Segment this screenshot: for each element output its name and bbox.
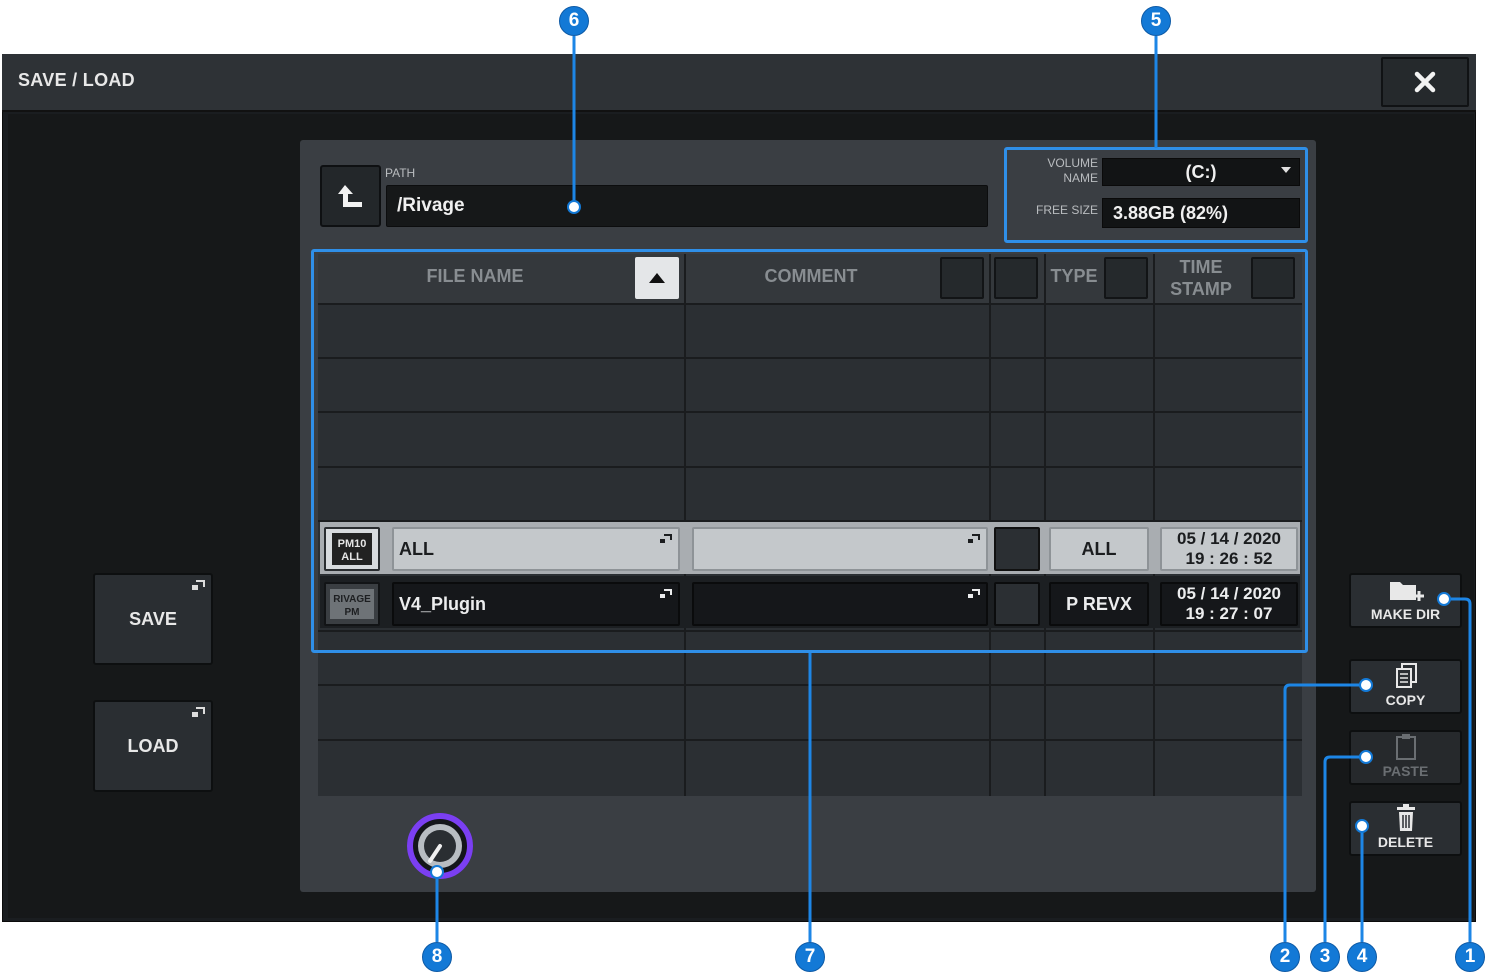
callout-badge: 2 [1270,942,1300,972]
popup-indicator-icon [192,707,205,717]
protect-toggle[interactable] [994,527,1040,571]
sort-comment-button[interactable] [940,257,984,299]
file-name: ALL [399,538,434,559]
copy-icon [1395,663,1417,688]
column-header-type[interactable]: TYPE [1047,266,1101,287]
time-stamp-cell: 05 / 14 / 2020 19 : 26 : 52 [1160,527,1298,571]
edit-indicator-icon [660,589,672,598]
callout-badge: 4 [1347,942,1377,972]
volume-name-value: (C:) [1185,161,1217,182]
knob-icon [407,813,473,879]
close-icon [1414,71,1436,93]
sort-file-name-button[interactable] [635,257,679,299]
row-divider [318,411,1302,413]
free-size-value: 3.88GB (82%) [1102,198,1300,228]
row-divider [318,684,1302,686]
edit-indicator-icon [968,534,980,543]
save-button-label: SAVE [129,608,177,629]
type-cell: ALL [1049,527,1149,571]
parent-directory-button[interactable] [320,165,381,227]
date-text: 05 / 14 / 2020 [1177,584,1281,603]
row-divider [318,739,1302,741]
protect-toggle[interactable] [994,582,1040,626]
make-dir-button[interactable]: MAKE DIR [1349,573,1462,628]
column-header-time-stamp[interactable]: TIME STAMP [1156,256,1246,300]
row-divider [318,466,1302,468]
time-stamp-header-line2: STAMP [1170,279,1232,299]
make-dir-label: MAKE DIR [1370,606,1441,622]
time-stamp-header-line1: TIME [1179,257,1223,277]
sort-type-button[interactable] [1104,257,1148,299]
save-button[interactable]: SAVE [93,573,213,665]
sort-ascending-icon [649,273,665,283]
icon-text: PM10 [338,538,367,550]
sort-time-stamp-button[interactable] [1251,257,1295,299]
row-divider [318,303,1302,305]
free-size-label: FREE SIZE [1035,203,1098,217]
load-button[interactable]: LOAD [93,700,213,792]
pm10-file-icon: PM10 ALL [324,527,380,571]
clipboard-icon [1395,734,1416,760]
icon-text: ALL [341,551,363,563]
column-header-file-name[interactable]: FILE NAME [320,266,630,287]
volume-name-select[interactable]: (C:) [1102,158,1300,186]
callout-badge: 8 [422,942,452,972]
callout-badge: 3 [1310,942,1340,972]
comment-cell[interactable] [692,527,988,571]
edit-indicator-icon [660,534,672,543]
file-name-cell[interactable]: ALL [392,527,680,571]
scroll-knob[interactable] [404,810,476,882]
callout-badge: 7 [795,942,825,972]
rivage-file-icon: RIVAGE PM [324,582,380,626]
sort-icon-column-button[interactable] [994,257,1038,299]
rivage-pm-icon: RIVAGE PM [330,589,374,619]
type-cell: P REVX [1049,582,1149,626]
window-title: SAVE / LOAD [18,70,135,90]
popup-indicator-icon [192,580,205,590]
icon-text: PM [345,607,360,618]
callout-badge: 6 [559,6,589,36]
callout-badge: 1 [1455,942,1485,972]
file-name: V4_Plugin [399,593,487,614]
date-text: 05 / 14 / 2020 [1177,529,1281,548]
delete-label: DELETE [1377,834,1434,850]
pm10-all-icon: PM10 ALL [332,533,372,565]
time-text: 19 : 27 : 07 [1185,604,1273,623]
volume-name-label: VOLUME NAME [1047,156,1098,185]
dropdown-caret-icon [1281,167,1291,173]
new-folder-icon [1389,582,1424,601]
path-field: /Rivage [386,185,988,227]
paste-label: PASTE [1382,763,1429,779]
trash-icon [1396,804,1415,831]
comment-cell[interactable] [692,582,988,626]
up-arrow-icon [337,185,362,207]
time-stamp-cell: 05 / 14 / 2020 19 : 27 : 07 [1160,582,1298,626]
delete-button[interactable]: DELETE [1349,801,1462,856]
column-header-comment[interactable]: COMMENT [686,266,936,287]
paste-button[interactable]: PASTE [1349,730,1462,785]
copy-label: COPY [1385,692,1426,708]
edit-indicator-icon [968,589,980,598]
title-bar [2,54,1476,112]
callout-badge: 5 [1141,6,1171,36]
load-button-label: LOAD [127,735,179,756]
close-button[interactable] [1381,57,1469,107]
copy-button[interactable]: COPY [1349,659,1462,714]
time-text: 19 : 26 : 52 [1185,549,1273,568]
icon-text: RIVAGE [333,594,371,605]
row-divider [318,630,1302,632]
row-divider [318,357,1302,359]
path-label: PATH [385,166,416,180]
file-name-cell[interactable]: V4_Plugin [392,582,680,626]
